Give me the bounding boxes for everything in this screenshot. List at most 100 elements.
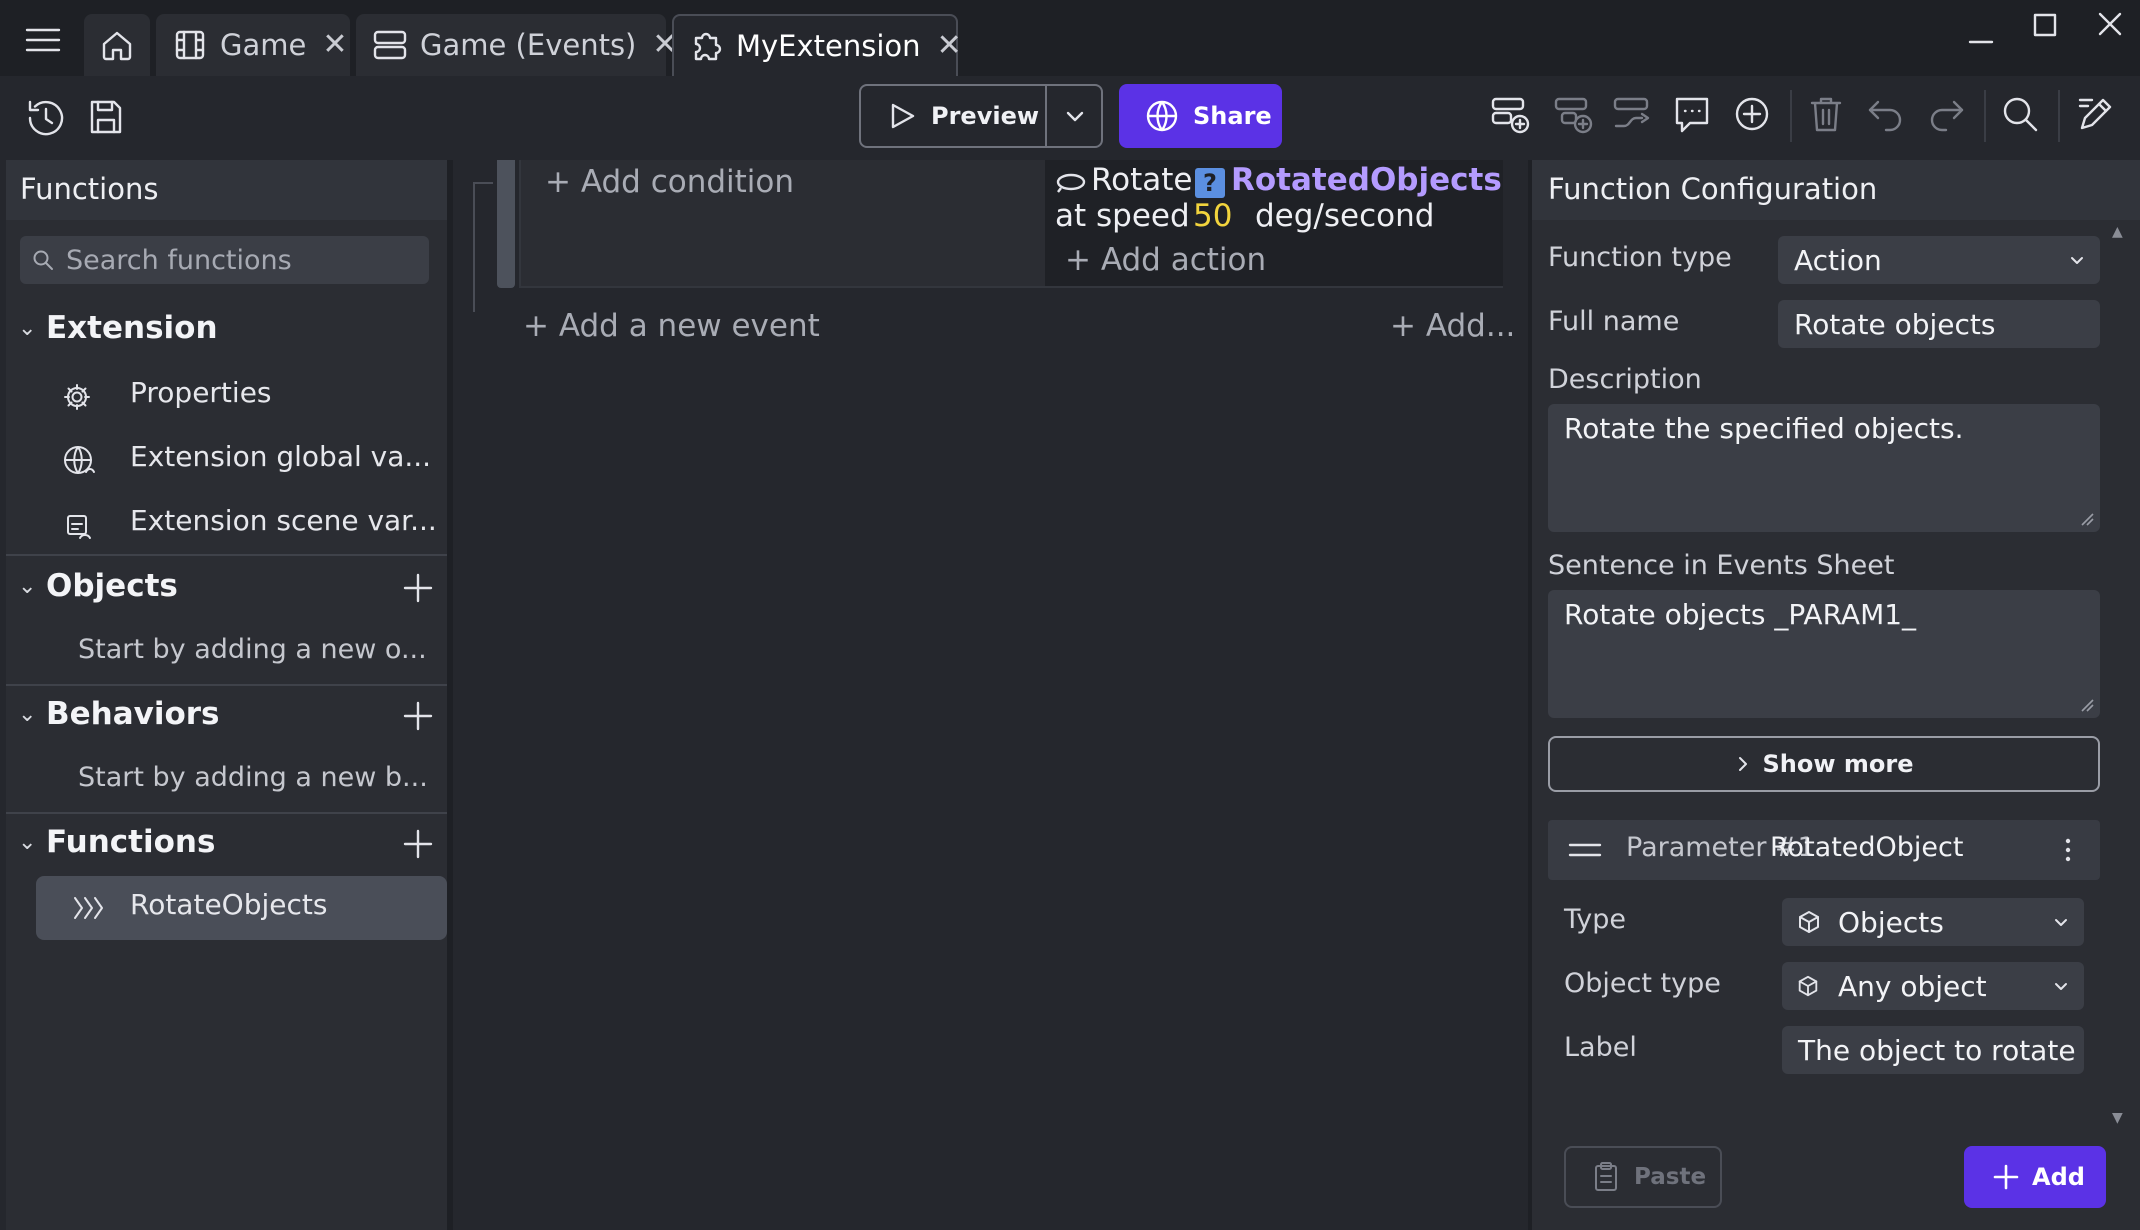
section-title-objects[interactable]: Objects (46, 568, 178, 604)
full-name-input[interactable]: Rotate objects (1778, 300, 2100, 348)
add-condition-link[interactable]: + Add condition (545, 164, 794, 200)
parameter-name[interactable]: RotatedObject (1770, 832, 1963, 863)
parameter-label-value: The object to rotate (1798, 1033, 2076, 1067)
paste-label: Paste (1634, 1164, 1707, 1190)
add-other-link[interactable]: + Add... (1390, 308, 1515, 344)
sidebar-item-extension-global-variables[interactable]: Extension global va... (130, 440, 431, 473)
scroll-up-icon[interactable]: ▲ (2112, 224, 2123, 240)
tab-home[interactable] (84, 14, 150, 76)
section-title-behaviors[interactable]: Behaviors (46, 696, 220, 732)
add-new-event-link[interactable]: + Add a new event (523, 308, 820, 344)
add-event-icon[interactable] (1490, 94, 1532, 136)
edit-pencil-icon[interactable] (2074, 92, 2118, 136)
tab-myextension[interactable]: MyExtension ✕ (672, 14, 962, 76)
chevron-right-icon (1735, 755, 1751, 773)
section-divider (6, 684, 447, 686)
add-other-event-icon (1612, 94, 1654, 136)
behaviors-empty-hint: Start by adding a new b... (78, 762, 428, 793)
tab-label: Game (220, 28, 307, 62)
add-function-icon[interactable] (402, 828, 434, 860)
parameter-label-input[interactable]: The object to rotate (1782, 1026, 2084, 1074)
maximize-icon[interactable] (2032, 12, 2058, 38)
event-row[interactable]: + Add condition Rotate ? RotatedObjects … (519, 160, 1503, 288)
play-icon (887, 101, 917, 131)
panel-title: Function Configuration (1548, 172, 1878, 206)
sidebar-item-properties[interactable]: Properties (130, 376, 272, 409)
events-list-icon (372, 29, 408, 61)
show-more-label: Show more (1762, 750, 1914, 778)
chevron-down-icon[interactable]: ⌄ (18, 830, 36, 855)
sidebar-item-rotateobjects[interactable]: RotateObjects (36, 876, 447, 940)
event-drag-handle[interactable] (497, 160, 515, 288)
parameter-type-select[interactable]: Objects (1782, 898, 2084, 946)
close-icon[interactable]: ✕ (937, 31, 962, 61)
chevron-down-icon[interactable] (1063, 104, 1087, 128)
sidebar-item-extension-scene-variables[interactable]: Extension scene var... (130, 504, 437, 537)
add-parameter-button[interactable]: Add (1964, 1146, 2106, 1208)
tab-label: Game (Events) (420, 28, 637, 62)
drag-handle-icon[interactable] (1568, 840, 1602, 860)
puzzle-piece-icon (688, 28, 724, 64)
share-button[interactable]: Share (1119, 84, 1282, 148)
plus-icon (1992, 1163, 2020, 1191)
save-icon[interactable] (88, 96, 124, 136)
add-comment-icon[interactable] (1672, 94, 1712, 136)
action-speed-prefix: at speed (1055, 198, 1190, 234)
history-icon[interactable] (24, 96, 68, 140)
chevron-down-icon (2052, 913, 2070, 931)
events-sheet: + Add condition Rotate ? RotatedObjects … (453, 160, 1528, 1230)
more-vertical-icon[interactable] (2058, 836, 2078, 864)
window-close-icon[interactable] (2096, 10, 2124, 38)
preview-button[interactable]: Preview (859, 84, 1103, 148)
search-icon[interactable] (2000, 94, 2040, 134)
sentence-label: Sentence in Events Sheet (1548, 550, 1895, 581)
left-panel: Functions Search functions ⌄ Extension P… (6, 160, 447, 1230)
sentence-textarea[interactable]: Rotate objects _PARAM1_ (1548, 590, 2100, 718)
action-object[interactable]: RotatedObjects (1231, 162, 1502, 198)
object-type-select[interactable]: Any object (1782, 962, 2084, 1010)
full-name-label: Full name (1548, 306, 1680, 337)
minimize-icon[interactable] (1968, 22, 1994, 48)
resize-handle-icon[interactable] (2080, 512, 2094, 526)
globe-variable-icon (62, 444, 98, 480)
clipboard-icon (1592, 1161, 1620, 1193)
action-speed-value[interactable]: 50 (1193, 198, 1232, 234)
add-sub-event-icon (1553, 94, 1595, 136)
cube-icon (1796, 909, 1822, 935)
cube-icon (1796, 974, 1820, 998)
chevron-down-icon[interactable]: ⌄ (18, 316, 36, 341)
show-more-button[interactable]: Show more (1548, 736, 2100, 792)
chevron-down-icon[interactable]: ⌄ (18, 574, 36, 599)
object-type-value: Any object (1838, 969, 1987, 1003)
action-verb[interactable]: Rotate (1091, 162, 1193, 198)
tab-game[interactable]: Game ✕ (156, 14, 350, 76)
function-type-select[interactable]: Action (1778, 236, 2100, 284)
redo-icon (1926, 96, 1966, 132)
function-configuration-panel: Function Configuration Function type Act… (1532, 160, 2140, 1230)
share-label: Share (1193, 102, 1272, 130)
section-divider (6, 554, 447, 556)
chevron-down-icon[interactable]: ⌄ (18, 702, 36, 727)
close-icon[interactable]: ✕ (322, 30, 347, 60)
tab-game-events[interactable]: Game (Events) ✕ (356, 14, 678, 76)
parameter-type-label: Type (1564, 904, 1627, 935)
add-behavior-icon[interactable] (402, 700, 434, 732)
description-textarea[interactable]: Rotate the specified objects. (1548, 404, 2100, 532)
hamburger-menu-icon[interactable] (24, 26, 62, 54)
add-object-icon[interactable] (402, 572, 434, 604)
section-title-extension[interactable]: Extension (46, 310, 218, 346)
add-circle-icon[interactable] (1732, 94, 1772, 134)
search-placeholder: Search functions (66, 244, 292, 276)
paste-button: Paste (1564, 1146, 1722, 1208)
parameter-type-value: Objects (1838, 905, 1944, 939)
undo-icon (1866, 96, 1906, 132)
section-title-functions[interactable]: Functions (46, 824, 215, 860)
function-type-label: Function type (1548, 242, 1732, 273)
search-input[interactable]: Search functions (20, 236, 429, 284)
scene-variable-icon (64, 512, 94, 542)
add-action-link[interactable]: + Add action (1065, 242, 1266, 278)
panel-title: Functions (20, 172, 159, 206)
description-label: Description (1548, 364, 1702, 395)
resize-handle-icon[interactable] (2080, 698, 2094, 712)
scroll-down-icon[interactable]: ▼ (2112, 1110, 2123, 1126)
